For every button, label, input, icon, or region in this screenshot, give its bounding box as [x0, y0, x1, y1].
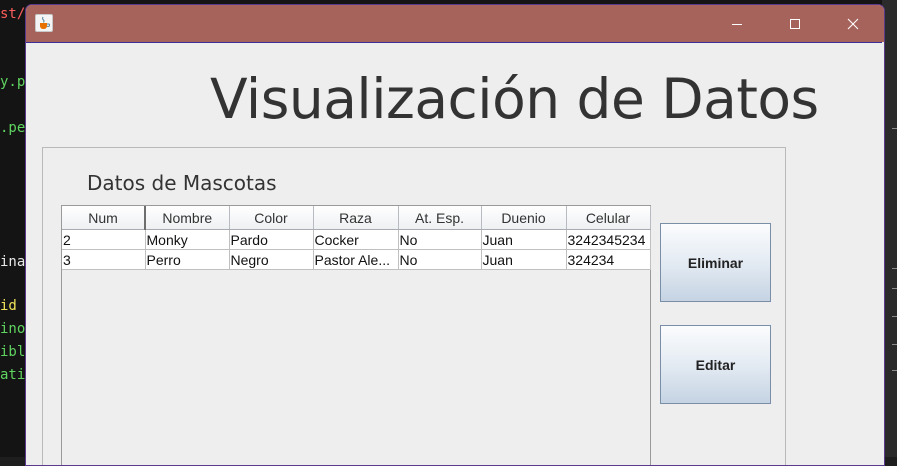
page-title: Visualización de Datos	[210, 67, 819, 131]
column-header-num[interactable]: Num	[62, 206, 146, 230]
table-cell[interactable]: Pardo	[229, 229, 314, 250]
maximize-icon	[790, 18, 800, 29]
content-border	[26, 42, 882, 43]
delete-button[interactable]: Eliminar	[660, 223, 771, 302]
maximize-button[interactable]	[772, 5, 818, 42]
editor-fragment: ibl	[0, 344, 26, 360]
table-row[interactable]: 3 Perro Negro Pastor Ale... No Juan 3242…	[62, 249, 651, 270]
java-cup-icon	[35, 14, 53, 32]
edit-button[interactable]: Editar	[660, 325, 771, 404]
pets-table[interactable]: Num Nombre Color Raza At. Esp. Duenio Ce…	[61, 205, 651, 465]
editor-fragment: id	[0, 298, 17, 314]
close-button[interactable]	[830, 5, 876, 42]
close-icon	[847, 18, 859, 29]
editor-fragment: y.p	[0, 74, 26, 90]
table-cell[interactable]: Negro	[229, 249, 314, 270]
table-cell[interactable]: 3242345234	[566, 229, 651, 250]
minimize-icon	[732, 23, 742, 25]
column-header-celular[interactable]: Celular	[566, 206, 651, 230]
app-window: Visualización de Datos Datos de Mascotas…	[25, 4, 885, 466]
table-cell[interactable]: 3	[62, 249, 146, 270]
column-header-raza[interactable]: Raza	[313, 206, 399, 230]
table-cell[interactable]: Juan	[481, 249, 567, 270]
minimize-button[interactable]	[714, 5, 760, 42]
column-header-nombre[interactable]: Nombre	[144, 206, 230, 230]
editor-fragment: .pe	[0, 120, 26, 136]
table-cell[interactable]: No	[398, 249, 482, 270]
editor-fragment: ino	[0, 321, 26, 337]
table-cell[interactable]: 2	[62, 229, 146, 250]
editor-fragment: ina	[0, 254, 26, 270]
table-cell[interactable]: Monky	[145, 229, 230, 250]
title-bar[interactable]	[26, 5, 884, 42]
table-cell[interactable]: Pastor Ale...	[313, 249, 399, 270]
editor-fragment: ati	[0, 367, 26, 383]
column-header-duenio[interactable]: Duenio	[481, 206, 567, 230]
column-header-at-esp[interactable]: At. Esp.	[398, 206, 482, 230]
column-header-color[interactable]: Color	[229, 206, 314, 230]
table-row[interactable]: 2 Monky Pardo Cocker No Juan 3242345234	[62, 229, 651, 250]
panel-title: Datos de Mascotas	[87, 171, 277, 195]
table-cell[interactable]: No	[398, 229, 482, 250]
table-cell[interactable]: Cocker	[313, 229, 399, 250]
table-cell[interactable]: 324234	[566, 249, 651, 270]
table-cell[interactable]: Juan	[481, 229, 567, 250]
table-cell[interactable]: Perro	[145, 249, 230, 270]
editor-fragment: st/	[0, 6, 26, 22]
